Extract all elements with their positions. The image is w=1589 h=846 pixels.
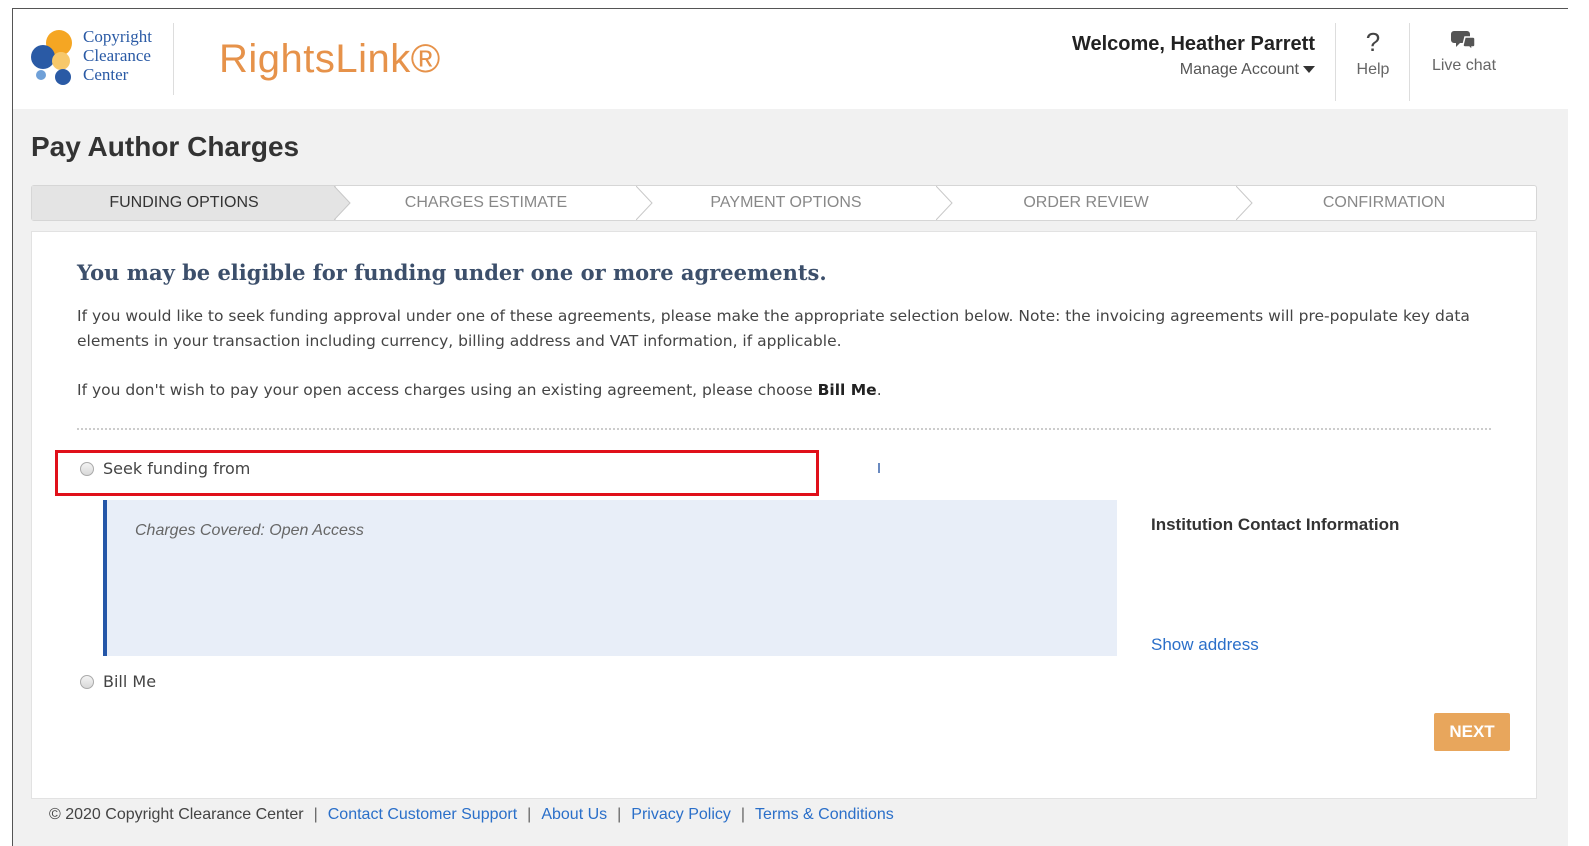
bill-me-label[interactable]: Bill Me	[103, 672, 156, 691]
bill-me-radio[interactable]	[80, 675, 94, 689]
contact-support-link[interactable]: Contact Customer Support	[328, 806, 517, 823]
step-label: PAYMENT OPTIONS	[710, 194, 862, 211]
manage-account-label: Manage Account	[1179, 61, 1299, 78]
header-divider	[1409, 23, 1410, 101]
seek-funding-radio[interactable]	[80, 462, 94, 476]
copyright-text: © 2020 Copyright Clearance Center	[49, 806, 304, 823]
help-button[interactable]: ? Help	[1346, 27, 1400, 79]
about-us-link[interactable]: About Us	[541, 806, 607, 823]
welcome-user: Welcome, Heather Parrett	[1071, 33, 1315, 55]
site-footer: © 2020 Copyright Clearance Center | Contac…	[49, 806, 894, 824]
checkout-steps: FUNDING OPTIONS CHARGES ESTIMATE PAYMENT…	[31, 185, 1537, 221]
footer-separator: |	[527, 806, 532, 823]
live-chat-button[interactable]: Live chat	[1417, 27, 1511, 75]
logo-line-1: Copyright	[83, 27, 152, 46]
seek-funding-label[interactable]: Seek funding from	[103, 459, 250, 478]
eligibility-heading: You may be eligible for funding under on…	[77, 260, 827, 285]
step-funding-options: FUNDING OPTIONS	[32, 186, 336, 220]
step-payment-options: PAYMENT OPTIONS	[652, 186, 920, 220]
bill-me-instructions: If you don't wish to pay your open acces…	[77, 378, 882, 403]
app-window: Copyright Clearance Center RightsLink® W…	[12, 8, 1569, 846]
manage-account-dropdown[interactable]: Manage Account	[1113, 61, 1315, 79]
header-divider	[1335, 23, 1336, 101]
ccc-globe-icon	[31, 30, 72, 85]
step-chevron-icon	[334, 186, 351, 220]
funding-instructions: If you would like to seek funding approv…	[77, 307, 1470, 350]
copyright-clearance-center-logo[interactable]: Copyright Clearance Center	[29, 27, 159, 89]
help-label: Help	[1356, 61, 1390, 78]
step-confirmation: CONFIRMATION	[1252, 186, 1516, 220]
site-header: Copyright Clearance Center RightsLink® W…	[13, 9, 1569, 109]
step-charges-estimate: CHARGES ESTIMATE	[352, 186, 620, 220]
live-chat-label: Live chat	[1431, 57, 1497, 74]
question-mark-icon: ?	[1365, 27, 1381, 57]
info-marker	[878, 463, 880, 473]
step-label: ORDER REVIEW	[1023, 194, 1149, 211]
footer-separator: |	[617, 806, 622, 823]
bill-me-text-end: .	[876, 381, 882, 399]
footer-separator: |	[313, 806, 318, 823]
rightslink-brand[interactable]: RightsLink®	[219, 37, 441, 82]
page-title: Pay Author Charges	[31, 131, 300, 162]
step-label: FUNDING OPTIONS	[109, 194, 259, 211]
header-divider	[173, 23, 174, 95]
institution-contact-title: Institution Contact Information	[1151, 515, 1400, 534]
footer-separator: |	[740, 806, 746, 823]
section-divider	[77, 428, 1491, 430]
privacy-policy-link[interactable]: Privacy Policy	[631, 806, 731, 823]
chat-bubbles-icon	[1451, 31, 1476, 52]
step-label: CHARGES ESTIMATE	[404, 194, 568, 211]
next-button[interactable]: NEXT	[1434, 713, 1510, 751]
charges-covered: Charges Covered: Open Access	[135, 522, 364, 539]
show-address-link[interactable]: Show address	[1151, 635, 1259, 655]
bill-me-text: If you don't wish to pay your open acces…	[77, 381, 818, 399]
bill-me-emphasis: Bill Me	[817, 381, 877, 399]
step-label: CONFIRMATION	[1322, 194, 1446, 211]
logo-line-3: Center	[83, 65, 129, 84]
step-order-review: ORDER REVIEW	[952, 186, 1220, 220]
logo-line-2: Clearance	[83, 46, 151, 65]
terms-conditions-link[interactable]: Terms & Conditions	[755, 806, 894, 823]
caret-down-icon	[1303, 66, 1315, 74]
agreement-details-box: Charges Covered: Open Access	[103, 500, 1117, 656]
